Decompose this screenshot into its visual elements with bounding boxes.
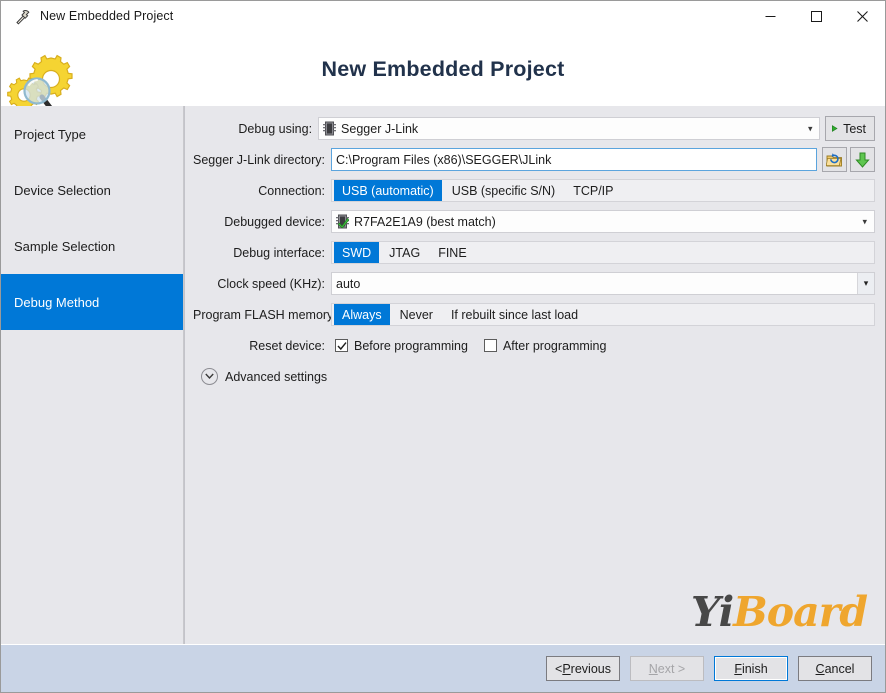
watermark: YiBoard (691, 588, 868, 636)
reset-before-programming-label: Before programming (354, 338, 468, 353)
wizard-footer: < Previous Next > Finish Cancel (1, 644, 885, 692)
chip-icon (323, 121, 337, 136)
chevron-down-icon[interactable]: ▾ (862, 216, 867, 227)
row-connection: Connection: USB (automatic) USB (specifi… (193, 178, 875, 203)
chevron-down-icon[interactable]: ▾ (808, 123, 813, 134)
browse-folder-button[interactable] (822, 147, 847, 172)
finish-button[interactable]: Finish (714, 656, 788, 681)
debug-interface-segmented-control[interactable]: SWD JTAG FINE (331, 241, 875, 264)
reset-device-label: Reset device: (249, 338, 325, 353)
program-flash-option-never[interactable]: Never (392, 304, 441, 325)
jlink-directory-value: C:\Program Files (x86)\SEGGER\JLink (336, 152, 552, 167)
connection-option-usb-specific-sn[interactable]: USB (specific S/N) (444, 180, 564, 201)
advanced-settings-toggle[interactable]: Advanced settings (201, 368, 875, 385)
jlink-directory-input[interactable]: C:\Program Files (x86)\SEGGER\JLink (331, 148, 818, 171)
debug-method-form: Debug using: Segger J-Link ▾ Test Segger… (184, 106, 885, 644)
sidebar-item-project-type[interactable]: Project Type (1, 106, 183, 162)
next-button-accel: N (648, 661, 658, 676)
clock-speed-value: auto (336, 276, 361, 291)
row-jlink-directory: Segger J-Link directory: C:\Program File… (193, 147, 875, 172)
banner: New Embedded Project (1, 32, 885, 117)
next-button[interactable]: Next > (630, 656, 704, 681)
chevron-down-circle-icon (201, 368, 218, 385)
debugged-device-value: R7FA2E1A9 (best match) (354, 214, 496, 229)
connection-option-usb-automatic[interactable]: USB (automatic) (334, 180, 442, 201)
download-button[interactable] (850, 147, 875, 172)
debug-interface-label: Debug interface: (233, 245, 325, 260)
connection-segmented-control[interactable]: USB (automatic) USB (specific S/N) TCP/I… (331, 179, 875, 202)
titlebar: New Embedded Project (1, 1, 885, 32)
close-button[interactable] (839, 1, 885, 31)
debugged-device-combobox[interactable]: R7FA2E1A9 (best match) ▾ (331, 210, 875, 233)
cancel-button-accel: C (815, 661, 825, 676)
row-debug-interface: Debug interface: SWD JTAG FINE (193, 240, 875, 265)
sidebar-item-label: Debug Method (14, 294, 100, 310)
connection-option-tcpip[interactable]: TCP/IP (565, 180, 621, 201)
previous-button-post: revious (570, 661, 611, 676)
folder-refresh-icon (825, 153, 842, 167)
row-reset-device: Reset device: Before programming After p (193, 333, 875, 358)
page-title: New Embedded Project (321, 56, 565, 81)
reset-after-programming-checkbox[interactable]: After programming (483, 338, 607, 353)
debugged-device-label: Debugged device: (224, 214, 325, 229)
program-flash-option-if-rebuilt[interactable]: If rebuilt since last load (443, 304, 586, 325)
watermark-part2: Board (733, 588, 868, 636)
row-clock-speed: Clock speed (KHz): auto ▾ (193, 271, 875, 296)
checkbox-box (483, 339, 497, 352)
clock-speed-dropdown-button[interactable]: ▾ (857, 273, 874, 294)
sidebar-item-label: Device Selection (14, 182, 111, 198)
advanced-settings-label: Advanced settings (225, 369, 328, 384)
debug-method-panel: Debug using: Segger J-Link ▾ Test Segger… (183, 106, 885, 644)
minimize-button[interactable] (747, 1, 793, 31)
sidebar-item-sample-selection[interactable]: Sample Selection (1, 218, 183, 274)
debug-interface-option-fine[interactable]: FINE (430, 242, 474, 263)
cancel-button[interactable]: Cancel (798, 656, 872, 681)
finish-button-post: inish (741, 661, 768, 676)
reset-after-programming-label: After programming (502, 338, 607, 353)
new-embedded-project-window: New Embedded Project New Embedded Projec… (0, 0, 886, 693)
next-button-post: ext > (657, 661, 686, 676)
clock-speed-label: Clock speed (KHz): (217, 276, 325, 291)
row-debugged-device: Debugged device: R7FA2E1A9 (best match) … (193, 209, 875, 234)
reset-before-programming-checkbox[interactable]: Before programming (335, 339, 468, 353)
clock-speed-combobox[interactable]: auto ▾ (331, 272, 875, 295)
watermark-part1: Yi (691, 588, 734, 636)
play-icon (832, 125, 838, 132)
wizard-steps-sidebar: Project Type Device Selection Sample Sel… (1, 106, 183, 644)
program-flash-segmented-control[interactable]: Always Never If rebuilt since last load (331, 303, 875, 326)
previous-button-accel: P (562, 661, 571, 676)
hammer-icon (7, 1, 37, 31)
sidebar-item-label: Sample Selection (14, 238, 116, 254)
sidebar-item-label: Project Type (14, 126, 87, 142)
checkbox-box (335, 339, 348, 352)
sidebar-item-debug-method[interactable]: Debug Method (1, 274, 183, 330)
previous-button-pre: < (555, 661, 563, 676)
window-title: New Embedded Project (40, 9, 174, 23)
debug-using-value: Segger J-Link (341, 121, 419, 136)
program-flash-option-always[interactable]: Always (334, 304, 390, 325)
wizard-body: Project Type Device Selection Sample Sel… (1, 106, 885, 644)
cancel-button-post: ancel (824, 661, 855, 676)
debug-using-label: Debug using: (238, 121, 313, 136)
debug-using-combobox[interactable]: Segger J-Link ▾ (318, 117, 821, 140)
finish-button-accel: F (734, 661, 742, 676)
check-icon (336, 341, 347, 350)
row-debug-using: Debug using: Segger J-Link ▾ Test (193, 116, 875, 141)
chip-check-icon (336, 214, 350, 229)
test-button[interactable]: Test (825, 116, 875, 141)
program-flash-label: Program FLASH memory: (193, 307, 337, 322)
connection-label: Connection: (258, 183, 325, 198)
maximize-button[interactable] (793, 1, 839, 31)
jlink-directory-label: Segger J-Link directory: (193, 152, 326, 167)
debug-interface-option-swd[interactable]: SWD (334, 242, 380, 263)
sidebar-item-device-selection[interactable]: Device Selection (1, 162, 183, 218)
previous-button[interactable]: < Previous (546, 656, 620, 681)
test-button-label: Test (843, 121, 866, 136)
row-program-flash: Program FLASH memory: Always Never If re… (193, 302, 875, 327)
debug-interface-option-jtag[interactable]: JTAG (381, 242, 428, 263)
green-download-arrow-icon (855, 152, 870, 168)
